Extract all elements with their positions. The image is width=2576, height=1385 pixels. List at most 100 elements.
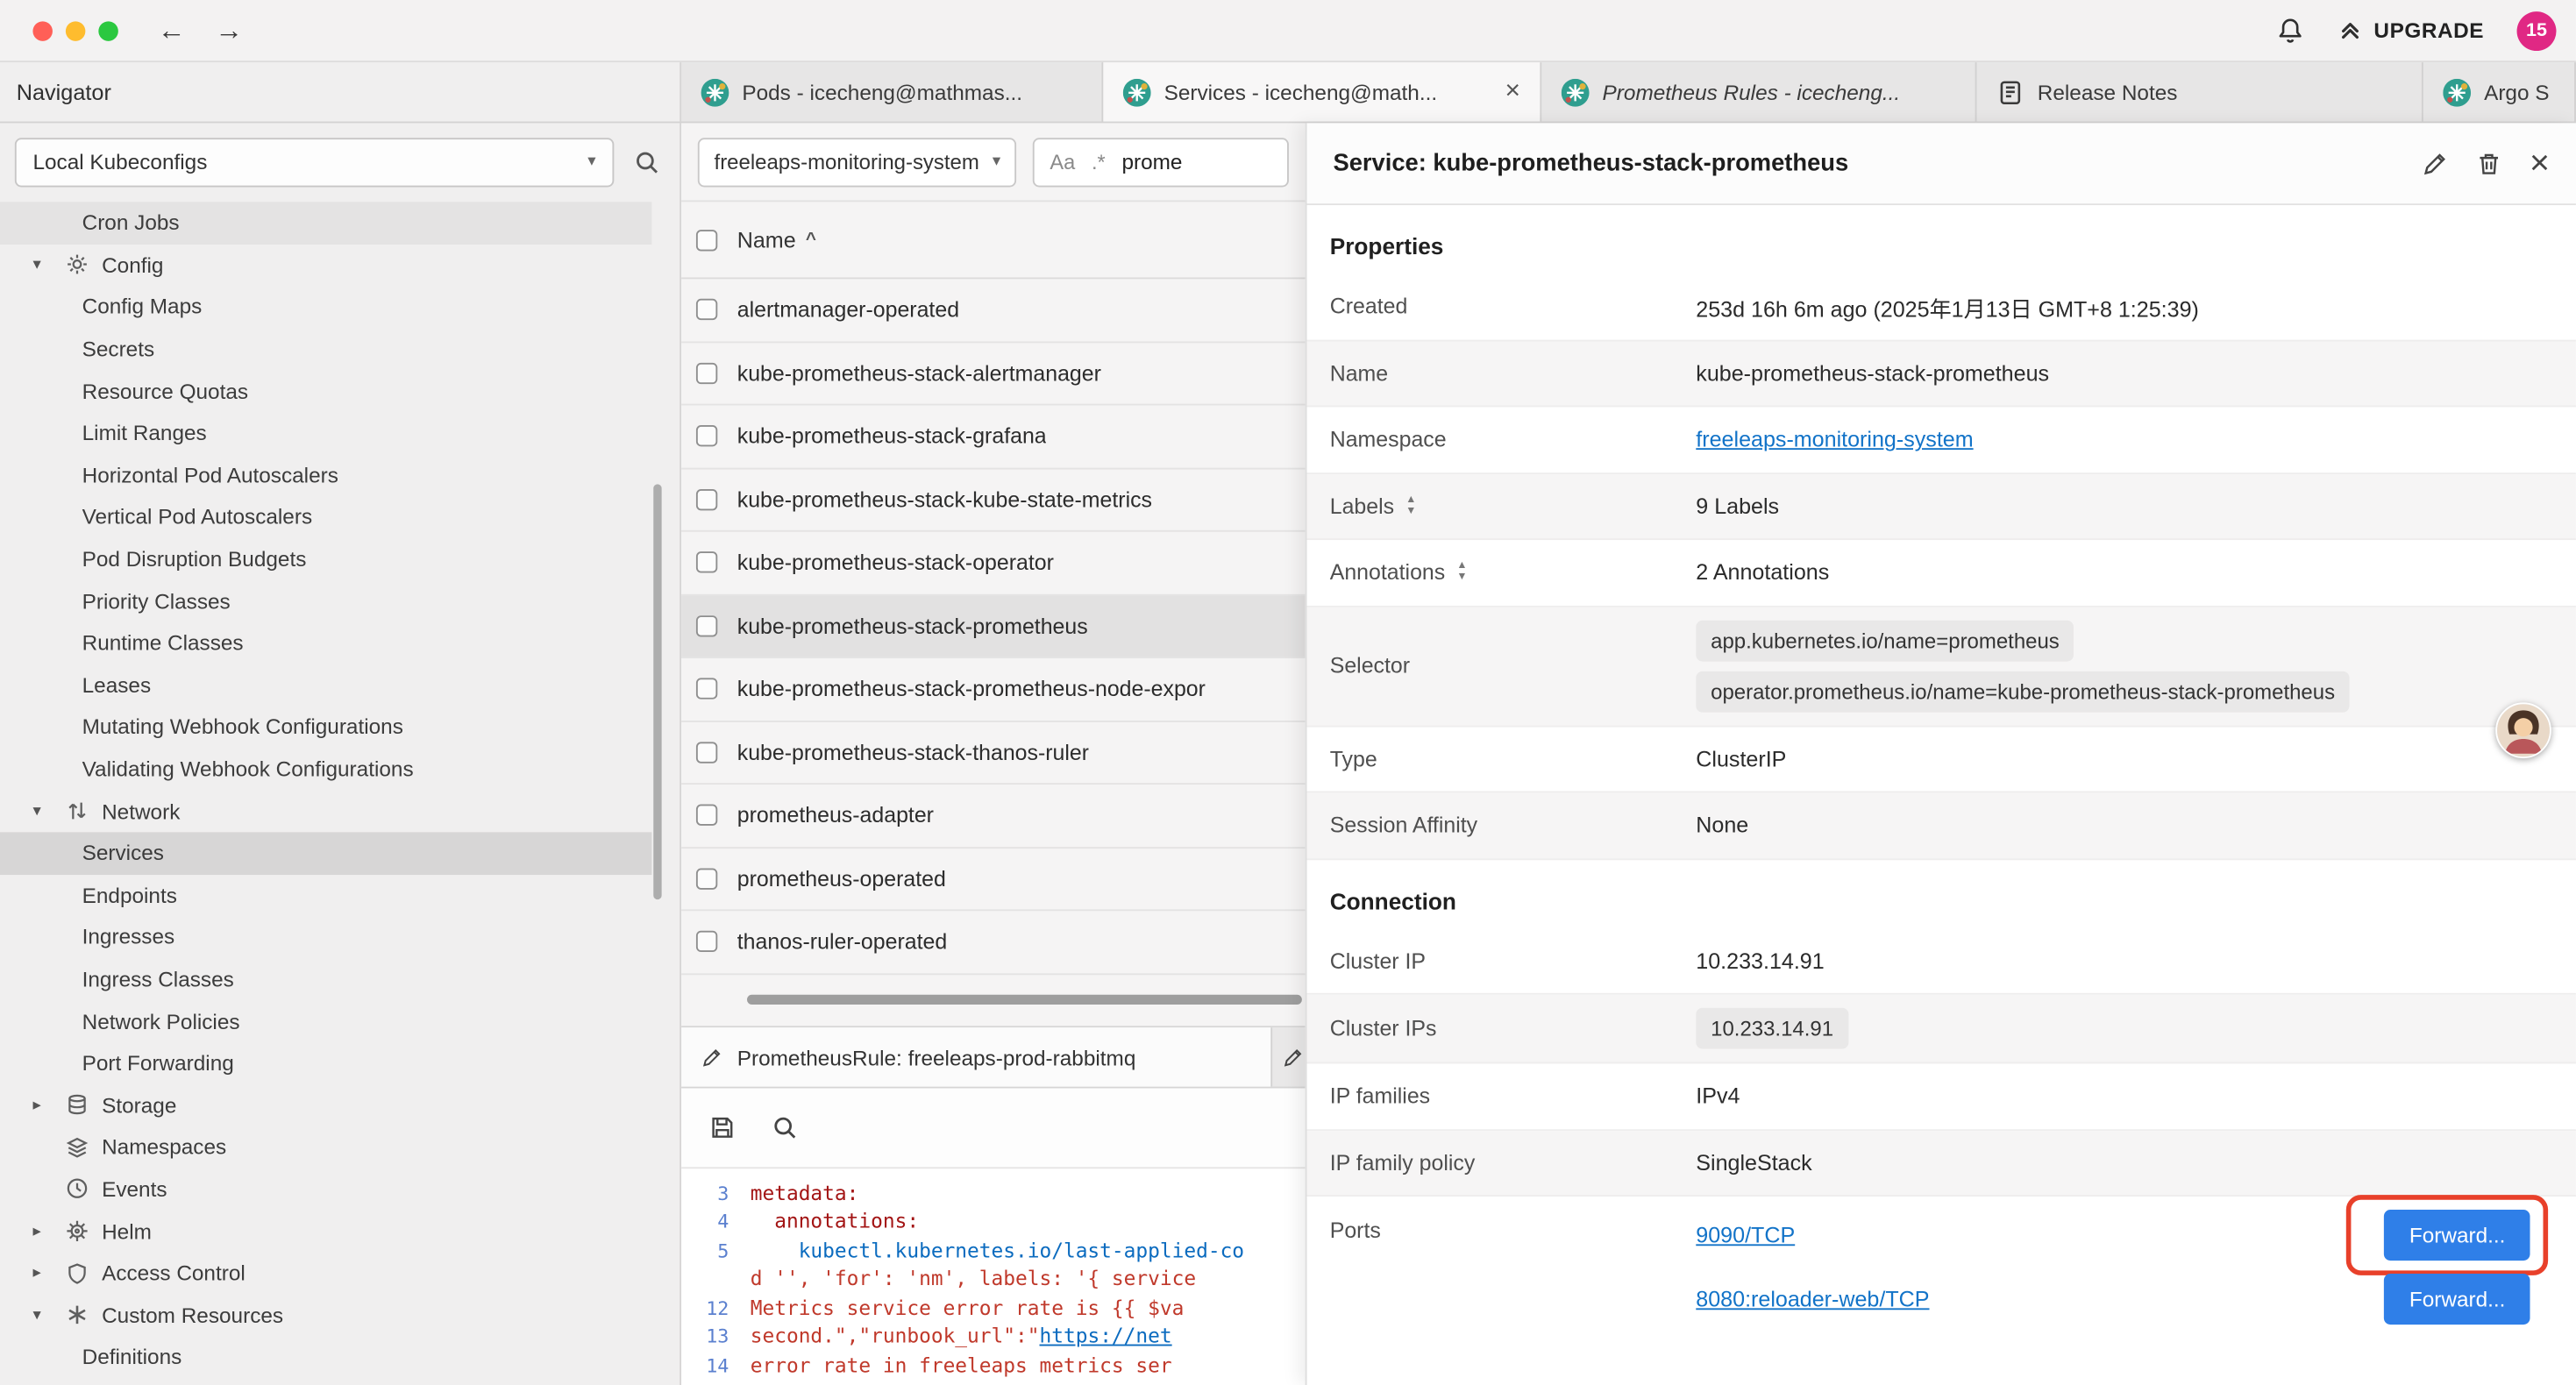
code-text: second.","runbook_url":"https://net [751,1325,1172,1348]
sidebar-item-label: Network [102,799,180,823]
sidebar-item-access-control[interactable]: ▸Access Control [0,1252,651,1294]
row-checkbox[interactable] [696,362,717,383]
row-checkbox[interactable] [696,805,717,826]
sidebar-item-network[interactable]: ▾ Network [0,790,651,832]
sidebar-item-vertical-pod-autoscalers[interactable]: Vertical Pod Autoscalers [0,496,651,538]
chevron-down-icon: ▾ [32,802,65,820]
match-case-toggle[interactable]: Aa [1050,150,1075,173]
search-icon[interactable] [634,148,660,174]
delete-button[interactable] [2475,150,2501,176]
sidebar-item-pod-disruption-budgets[interactable]: Pod Disruption Budgets [0,538,651,580]
drawer-row: Namespacefreeleaps-monitoring-system [1307,407,2576,473]
table-row[interactable]: kube-prometheus-stack-kube-state-metrics [681,469,1306,532]
tab-pods[interactable]: Pods - icecheng@mathmas... [681,62,1103,121]
sidebar-item-port-forwarding[interactable]: Port Forwarding [0,1042,651,1084]
tab-services[interactable]: Services - icecheng@math...× [1103,62,1541,121]
sidebar-item-namespaces[interactable]: Namespaces [0,1126,651,1168]
sidebar-item-cron-jobs[interactable]: Cron Jobs [0,202,651,244]
sidebar-item-leases[interactable]: Leases [0,664,651,706]
table-header: Name ^ [681,202,1306,279]
editor-tab-next[interactable] [1272,1027,1305,1086]
save-icon[interactable] [709,1114,736,1140]
horizontal-scrollbar[interactable] [747,995,1302,1005]
table-row[interactable]: thanos-ruler-operated [681,911,1306,974]
close-drawer-button[interactable]: × [2530,146,2550,181]
sidebar-item-priority-classes[interactable]: Priority Classes [0,580,651,622]
sidebar-item-config-maps[interactable]: Config Maps [0,286,651,328]
forward-button[interactable]: → [215,14,243,46]
row-checkbox[interactable] [696,931,717,952]
sidebar-item-endpoints[interactable]: Endpoints [0,874,651,916]
kubeconfig-selector[interactable]: Local Kubeconfigs ▾ [15,137,614,186]
tab-release[interactable]: Release Notes [1976,62,2423,121]
tab-argo[interactable]: Argo S [2423,62,2576,121]
sidebar-item-events[interactable]: Events [0,1168,651,1211]
dock-tabs: PrometheusRule: freeleaps-prod-rabbitmq [681,1027,1306,1088]
sidebar-item-label: Ingresses [82,925,175,949]
port-forward-button[interactable]: Forward... [2385,1210,2530,1261]
sidebar-item-validating-webhook-configurations[interactable]: Validating Webhook Configurations [0,748,651,790]
sidebar-item-helm[interactable]: ▸Helm [0,1211,651,1253]
table-row[interactable]: kube-prometheus-stack-prometheus [681,595,1306,658]
port-forward-button[interactable]: Forward... [2385,1274,2530,1325]
table-row[interactable]: kube-prometheus-stack-operator [681,532,1306,595]
sidebar-item-ingresses[interactable]: Ingresses [0,916,651,958]
sidebar-item-definitions[interactable]: Definitions [0,1336,651,1378]
upgrade-button[interactable]: UPGRADE [2338,18,2484,43]
regex-toggle[interactable]: .* [1092,150,1106,173]
service-name: kube-prometheus-stack-prometheus-node-ex… [737,677,1206,701]
sidebar-item-resource-quotas[interactable]: Resource Quotas [0,370,651,412]
search-input[interactable]: Aa .* prome [1034,137,1289,186]
row-checkbox[interactable] [696,615,717,636]
notifications-bell-icon[interactable] [2275,16,2305,46]
back-button[interactable]: ← [158,14,186,46]
table-row[interactable]: alertmanager-operated [681,279,1306,342]
port-link[interactable]: 9090/TCP [1696,1223,1795,1247]
maximize-window-button[interactable] [98,20,117,39]
port-link[interactable]: 8080:reloader-web/TCP [1696,1287,1929,1311]
sidebar-item-ingress-classes[interactable]: Ingress Classes [0,958,651,1000]
expand-toggle-icon[interactable]: ▲▼ [1456,562,1467,583]
table-row[interactable]: kube-prometheus-stack-prometheus-node-ex… [681,658,1306,721]
row-checkbox[interactable] [696,299,717,320]
namespace-filter[interactable]: freeleaps-monitoring-system ▾ [698,137,1017,186]
row-checkbox[interactable] [696,425,717,446]
namespace-link[interactable]: freeleaps-monitoring-system [1696,427,1973,451]
table-row[interactable]: prometheus-adapter [681,785,1306,848]
sidebar-item-custom-resources[interactable]: ▾Custom Resources [0,1294,651,1336]
yaml-editor[interactable]: 3metadata:4 annotations:5 kubectl.kubern… [681,1170,1306,1385]
row-checkbox[interactable] [696,868,717,889]
sidebar-scrollbar[interactable] [653,484,661,899]
row-checkbox[interactable] [696,742,717,763]
notification-count-badge[interactable]: 15 [2517,11,2557,50]
table-row[interactable]: prometheus-operated [681,848,1306,911]
select-all-checkbox[interactable] [696,229,717,250]
sidebar-item-config[interactable]: ▾Config [0,244,651,286]
sidebar-item-label: Network Policies [82,1009,240,1033]
sidebar-item-limit-ranges[interactable]: Limit Ranges [0,412,651,454]
drawer-row-value: 253d 16h 6m ago (2025年1月13日 GMT+8 1:25:3… [1696,290,2576,323]
table-row[interactable]: kube-prometheus-stack-grafana [681,406,1306,469]
close-window-button[interactable] [32,20,52,39]
minimize-window-button[interactable] [66,20,85,39]
sidebar-item-horizontal-pod-autoscalers[interactable]: Horizontal Pod Autoscalers [0,454,651,496]
table-row[interactable]: kube-prometheus-stack-thanos-ruler [681,721,1306,785]
editor-tab[interactable]: PrometheusRule: freeleaps-prod-rabbitmq [681,1027,1272,1086]
sidebar-item-mutating-webhook-configurations[interactable]: Mutating Webhook Configurations [0,706,651,748]
sidebar-item-secrets[interactable]: Secrets [0,328,651,370]
tab-prometheus[interactable]: Prometheus Rules - icecheng... [1541,62,1976,121]
row-checkbox[interactable] [696,678,717,700]
sidebar-item-runtime-classes[interactable]: Runtime Classes [0,622,651,664]
row-checkbox[interactable] [696,489,717,510]
sidebar-item-storage[interactable]: ▸Storage [0,1084,651,1126]
search-icon[interactable] [772,1114,798,1140]
avatar[interactable] [2495,702,2551,758]
tab-close-icon[interactable]: × [1505,79,1519,105]
sidebar-item-services[interactable]: Services [0,832,651,874]
sidebar-item-network-policies[interactable]: Network Policies [0,1000,651,1042]
table-row[interactable]: kube-prometheus-stack-alertmanager [681,342,1306,405]
row-checkbox[interactable] [696,552,717,573]
name-column-header[interactable]: Name ^ [737,227,816,252]
expand-toggle-icon[interactable]: ▲▼ [1405,495,1416,516]
edit-button[interactable] [2421,150,2447,176]
